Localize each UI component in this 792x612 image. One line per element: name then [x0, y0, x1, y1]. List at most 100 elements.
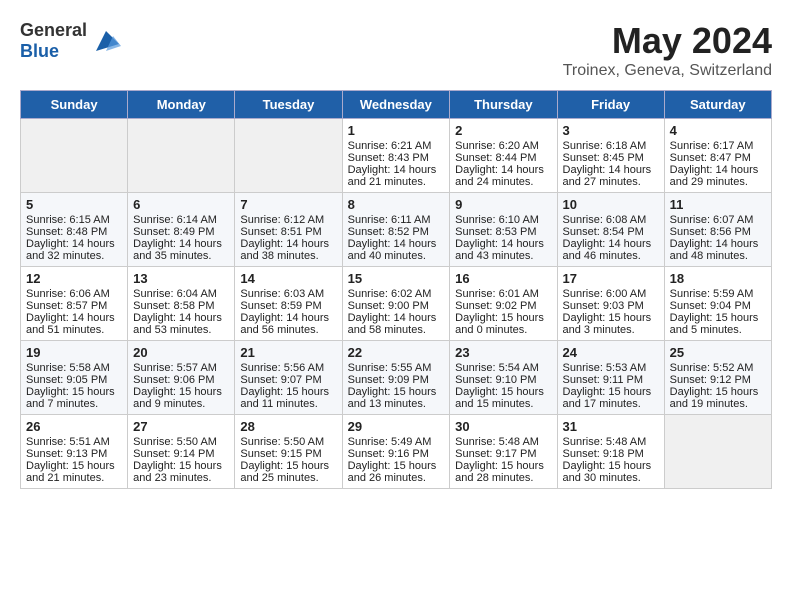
calendar-cell: 26Sunrise: 5:51 AMSunset: 9:13 PMDayligh…	[21, 415, 128, 489]
sunset-text: Sunset: 9:13 PM	[26, 448, 122, 460]
calendar-week-row: 26Sunrise: 5:51 AMSunset: 9:13 PMDayligh…	[21, 415, 772, 489]
daylight-text: Daylight: 15 hours and 5 minutes.	[670, 312, 766, 336]
calendar-table: SundayMondayTuesdayWednesdayThursdayFrid…	[20, 90, 772, 489]
sunrise-text: Sunrise: 5:50 AM	[133, 436, 229, 448]
calendar-cell: 2 Sunrise: 6:20 AMSunset: 8:44 PMDaylight…	[450, 119, 557, 193]
weekday-header: Friday	[557, 91, 664, 119]
daylight-text: Daylight: 15 hours and 19 minutes.	[670, 386, 766, 410]
daylight-text: Daylight: 15 hours and 23 minutes.	[133, 460, 229, 484]
calendar-cell: 8Sunrise: 6:11 AMSunset: 8:52 PMDaylight…	[342, 193, 450, 267]
calendar-cell: 15Sunrise: 6:02 AMSunset: 9:00 PMDayligh…	[342, 267, 450, 341]
calendar-cell: 31Sunrise: 5:48 AMSunset: 9:18 PMDayligh…	[557, 415, 664, 489]
calendar-week-row: 5Sunrise: 6:15 AMSunset: 8:48 PMDaylight…	[21, 193, 772, 267]
logo-text: General Blue	[20, 20, 87, 62]
sunrise-text: Sunrise: 5:49 AM	[348, 436, 445, 448]
sunrise-text: Sunrise: 6:17 AM	[670, 140, 766, 152]
calendar-cell: 4Sunrise: 6:17 AMSunset: 8:47 PMDaylight…	[664, 119, 771, 193]
calendar-week-row: 19Sunrise: 5:58 AMSunset: 9:05 PMDayligh…	[21, 341, 772, 415]
logo-icon	[91, 26, 121, 56]
calendar-cell: 29Sunrise: 5:49 AMSunset: 9:16 PMDayligh…	[342, 415, 450, 489]
sunset-text: Sunset: 8:56 PM	[670, 226, 766, 238]
sunset-text: Sunset: 8:48 PM	[26, 226, 122, 238]
sunset-text: Sunset: 9:18 PM	[563, 448, 659, 460]
sunset-text: Sunset: 8:58 PM	[133, 300, 229, 312]
sunset-text: Sunset: 9:15 PM	[240, 448, 336, 460]
calendar-cell: 16 Sunrise: 6:01 AMSunset: 9:02 PMDayligh…	[450, 267, 557, 341]
sunrise-text: Sunrise: 6:18 AM	[563, 140, 659, 152]
sunset-text: Sunset: 9:06 PM	[133, 374, 229, 386]
day-number: 24	[563, 345, 659, 360]
sunset-text: Sunset: 8:44 PM	[455, 152, 551, 164]
day-number: 22	[348, 345, 445, 360]
sunrise-text: Sunrise: 6:01 AM	[455, 288, 551, 300]
daylight-text: Daylight: 15 hours and 3 minutes.	[563, 312, 659, 336]
calendar-cell: 1Sunrise: 6:21 AMSunset: 8:43 PMDaylight…	[342, 119, 450, 193]
daylight-text: Daylight: 14 hours and 32 minutes.	[26, 238, 122, 262]
day-number: 25	[670, 345, 766, 360]
calendar-cell: 9Sunrise: 6:10 AMSunset: 8:53 PMDaylight…	[450, 193, 557, 267]
daylight-text: Daylight: 15 hours and 17 minutes.	[563, 386, 659, 410]
day-number: 26	[26, 419, 122, 434]
daylight-text: Daylight: 14 hours and 24 minutes.	[455, 164, 551, 188]
sunrise-text: Sunrise: 6:04 AM	[133, 288, 229, 300]
sunrise-text: Sunrise: 6:20 AM	[455, 140, 551, 152]
sunrise-text: Sunrise: 5:56 AM	[240, 362, 336, 374]
sunrise-text: Sunrise: 6:10 AM	[455, 214, 551, 226]
day-number: 17	[563, 271, 659, 286]
logo: General Blue	[20, 20, 121, 62]
weekday-header: Wednesday	[342, 91, 450, 119]
daylight-text: Daylight: 15 hours and 0 minutes.	[455, 312, 551, 336]
sunrise-text: Sunrise: 6:03 AM	[240, 288, 336, 300]
sunrise-text: Sunrise: 6:12 AM	[240, 214, 336, 226]
sunset-text: Sunset: 9:04 PM	[670, 300, 766, 312]
sunset-text: Sunset: 9:02 PM	[455, 300, 551, 312]
sunrise-text: Sunrise: 5:57 AM	[133, 362, 229, 374]
calendar-cell: 7Sunrise: 6:12 AMSunset: 8:51 PMDaylight…	[235, 193, 342, 267]
sunset-text: Sunset: 8:51 PM	[240, 226, 336, 238]
calendar-cell: 5Sunrise: 6:15 AMSunset: 8:48 PMDaylight…	[21, 193, 128, 267]
daylight-text: Daylight: 15 hours and 11 minutes.	[240, 386, 336, 410]
day-number: 23	[455, 345, 551, 360]
calendar-cell	[664, 415, 771, 489]
sunrise-text: Sunrise: 6:00 AM	[563, 288, 659, 300]
sunrise-text: Sunrise: 6:21 AM	[348, 140, 445, 152]
calendar-cell: 14Sunrise: 6:03 AMSunset: 8:59 PMDayligh…	[235, 267, 342, 341]
weekday-header: Monday	[128, 91, 235, 119]
daylight-text: Daylight: 14 hours and 27 minutes.	[563, 164, 659, 188]
daylight-text: Daylight: 15 hours and 15 minutes.	[455, 386, 551, 410]
daylight-text: Daylight: 14 hours and 43 minutes.	[455, 238, 551, 262]
day-number: 18	[670, 271, 766, 286]
day-number: 7	[240, 197, 336, 212]
subtitle: Troinex, Geneva, Switzerland	[563, 62, 772, 80]
sunset-text: Sunset: 8:54 PM	[563, 226, 659, 238]
sunrise-text: Sunrise: 6:02 AM	[348, 288, 445, 300]
sunset-text: Sunset: 9:16 PM	[348, 448, 445, 460]
daylight-text: Daylight: 14 hours and 51 minutes.	[26, 312, 122, 336]
title-area: May 2024 Troinex, Geneva, Switzerland	[563, 20, 772, 80]
sunrise-text: Sunrise: 6:07 AM	[670, 214, 766, 226]
daylight-text: Daylight: 14 hours and 46 minutes.	[563, 238, 659, 262]
calendar-cell: 18Sunrise: 5:59 AMSunset: 9:04 PMDayligh…	[664, 267, 771, 341]
weekday-header-row: SundayMondayTuesdayWednesdayThursdayFrid…	[21, 91, 772, 119]
day-number: 6	[133, 197, 229, 212]
day-number: 2	[455, 123, 551, 138]
sunset-text: Sunset: 9:00 PM	[348, 300, 445, 312]
day-number: 14	[240, 271, 336, 286]
sunrise-text: Sunrise: 6:11 AM	[348, 214, 445, 226]
daylight-text: Daylight: 14 hours and 29 minutes.	[670, 164, 766, 188]
sunset-text: Sunset: 9:11 PM	[563, 374, 659, 386]
day-number: 16	[455, 271, 551, 286]
daylight-text: Daylight: 14 hours and 56 minutes.	[240, 312, 336, 336]
day-number: 30	[455, 419, 551, 434]
calendar-cell: 23Sunrise: 5:54 AMSunset: 9:10 PMDayligh…	[450, 341, 557, 415]
daylight-text: Daylight: 15 hours and 26 minutes.	[348, 460, 445, 484]
sunrise-text: Sunrise: 5:52 AM	[670, 362, 766, 374]
weekday-header: Sunday	[21, 91, 128, 119]
sunset-text: Sunset: 8:47 PM	[670, 152, 766, 164]
day-number: 3	[563, 123, 659, 138]
sunset-text: Sunset: 8:45 PM	[563, 152, 659, 164]
sunset-text: Sunset: 9:14 PM	[133, 448, 229, 460]
daylight-text: Daylight: 14 hours and 58 minutes.	[348, 312, 445, 336]
logo-blue: Blue	[20, 41, 59, 61]
calendar-cell: 20Sunrise: 5:57 AMSunset: 9:06 PMDayligh…	[128, 341, 235, 415]
